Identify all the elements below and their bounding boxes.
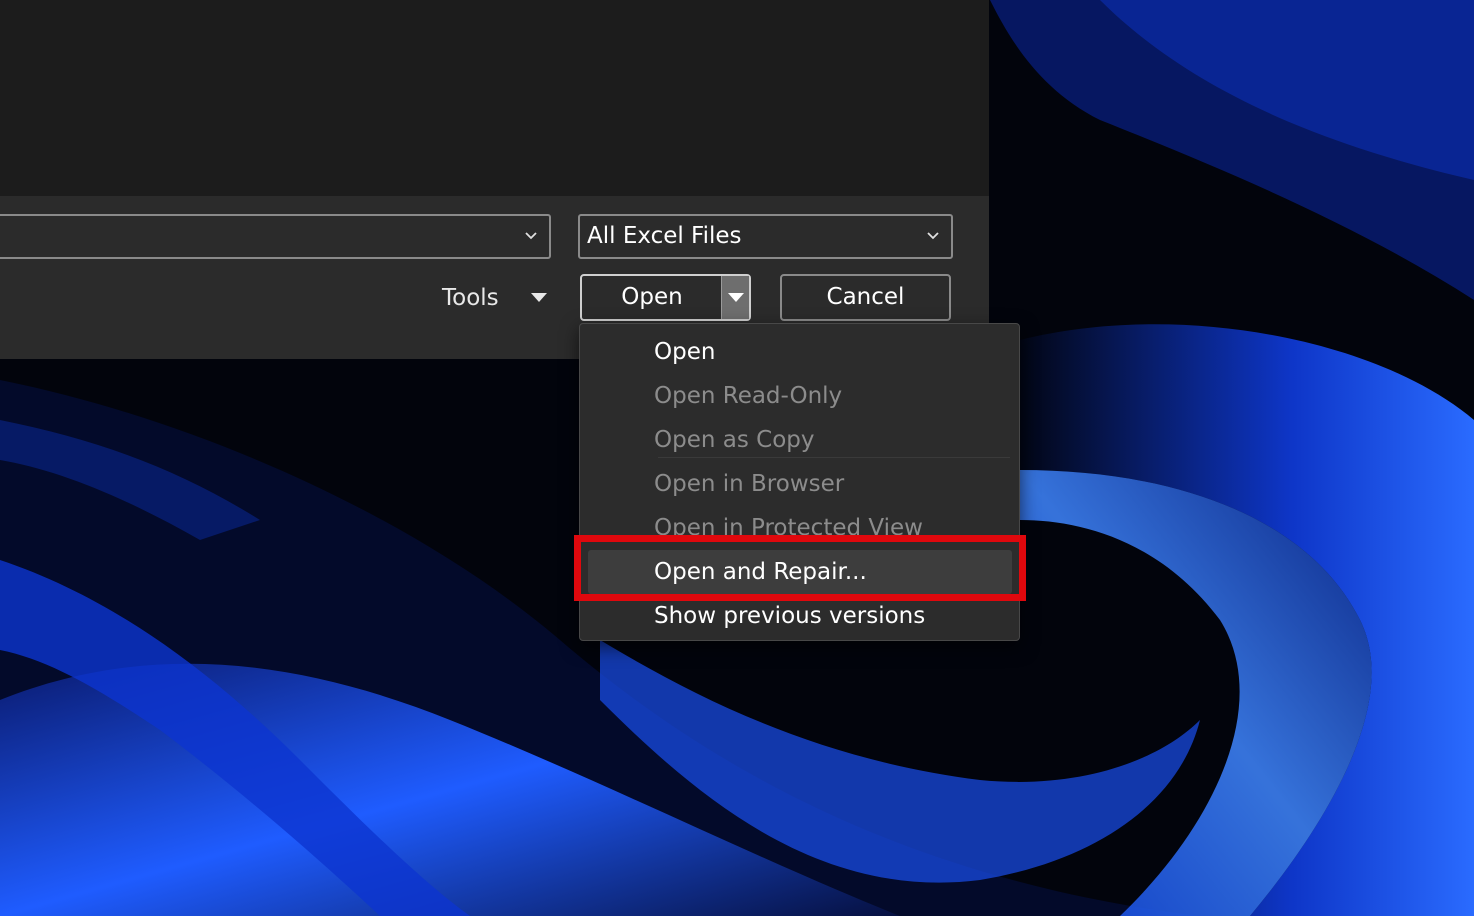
file-list-area[interactable] — [0, 0, 989, 196]
menu-item-open-and-repair[interactable]: Open and Repair... — [588, 550, 1012, 594]
cancel-button[interactable]: Cancel — [780, 274, 951, 321]
tools-button[interactable]: Tools — [442, 282, 499, 314]
open-split-button[interactable]: Open — [580, 274, 751, 321]
file-name-combobox[interactable] — [0, 214, 551, 259]
open-options-menu: Open Open Read-Only Open as Copy Open in… — [579, 323, 1020, 641]
caret-down-icon[interactable] — [531, 293, 547, 302]
open-dropdown-toggle[interactable] — [721, 276, 749, 319]
menu-item-open[interactable]: Open — [580, 330, 1019, 374]
file-type-selected: All Excel Files — [587, 223, 742, 249]
menu-item-open-in-browser: Open in Browser — [654, 471, 845, 497]
menu-separator — [658, 457, 1010, 458]
menu-item-show-previous-versions[interactable]: Show previous versions — [580, 594, 1019, 638]
chevron-down-icon[interactable] — [927, 230, 939, 242]
open-button[interactable]: Open — [582, 276, 722, 319]
chevron-down-icon[interactable] — [525, 230, 537, 242]
caret-down-icon — [728, 293, 744, 302]
menu-item-open-as-copy: Open as Copy — [654, 427, 815, 453]
menu-item-open-in-protected-view: Open in Protected View — [654, 515, 923, 541]
desktop: All Excel Files Tools Open Cancel Open O… — [0, 0, 1474, 916]
file-type-select[interactable]: All Excel Files — [578, 214, 953, 259]
menu-item-open-read-only: Open Read-Only — [654, 383, 843, 409]
